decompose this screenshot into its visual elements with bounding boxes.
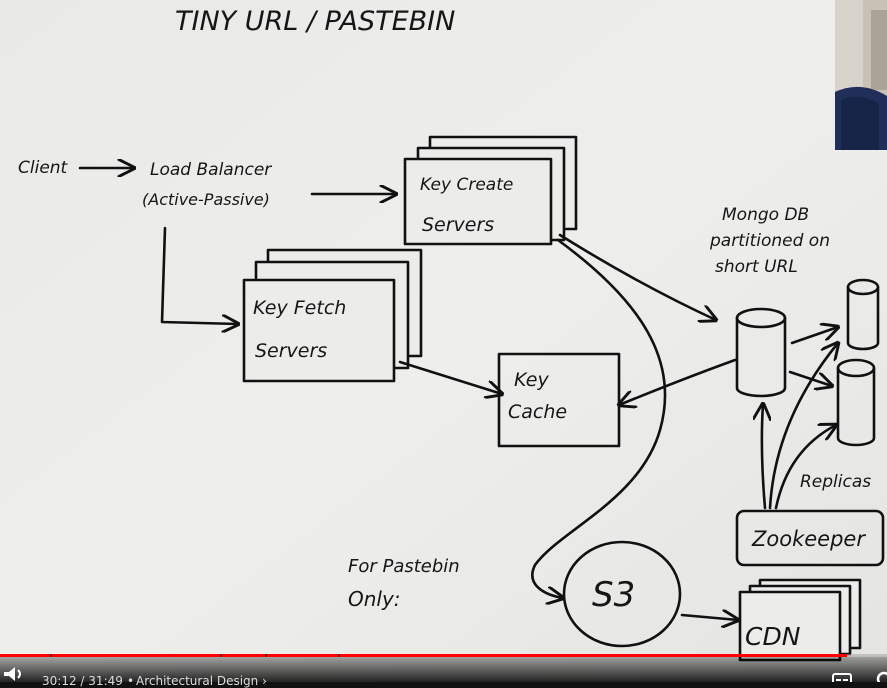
closed-captions-button[interactable] [832,670,852,682]
chapter-button[interactable]: Architectural Design › [136,674,267,688]
chapter-marker [50,654,52,657]
s3-label: S3 [592,575,635,615]
chapter-marker [220,654,222,657]
replicas-label: Replicas [800,472,871,492]
settings-button[interactable] [874,668,887,682]
video-player[interactable]: TINY URL / PASTEBIN Client Load Balancer… [0,0,887,682]
time-separator: / [80,674,85,688]
whiteboard-drawing: TINY URL / PASTEBIN Client Load Balancer… [0,0,887,682]
client-label: Client [18,158,69,178]
duration: 31:49 [88,674,123,688]
volume-button[interactable] [2,666,24,682]
cdn-label: CDN [745,622,801,651]
load-balancer-label: Load Balancer [150,160,272,180]
key-create-servers-node: Key Create Servers [403,135,578,246]
chevron-right-icon: › [262,674,267,688]
mongodb-partition-label: partitioned on [709,231,830,251]
key-create-label: Key Create [420,175,513,195]
board-title: TINY URL / PASTEBIN [175,6,455,37]
whiteboard-background [0,0,887,682]
volume-icon [4,667,21,681]
key-fetch-servers-node: Key Fetch Servers [242,248,423,383]
cdn-node: CDN [738,578,862,662]
chapter-marker [265,654,267,657]
key-create-servers-label: Servers [422,214,494,236]
chapter-title: Architectural Design [136,674,259,688]
key-cache-label-2: Cache [508,401,567,423]
chapter-separator: • [127,674,135,688]
time-display: 30:12 / 31:49 [42,674,123,688]
progress-bar-played [0,654,848,657]
key-fetch-servers-label: Servers [255,340,327,362]
pastebin-only-label: Only: [348,587,401,611]
load-balancer-mode-label: (Active-Passive) [142,190,270,209]
webcam-overlay [835,0,887,150]
pastebin-note-label: For Pastebin [348,556,460,577]
mongodb-label: Mongo DB [722,205,809,225]
current-time: 30:12 [42,674,77,688]
mongodb-shard-key-label: short URL [715,257,798,277]
key-fetch-label: Key Fetch [253,297,346,319]
closed-captions-icon [832,673,852,682]
key-cache-label: Key [514,369,549,391]
chapter-marker [338,654,340,657]
zookeeper-label: Zookeeper [751,527,866,551]
progress-bar[interactable] [0,654,887,657]
settings-icon [876,671,887,682]
